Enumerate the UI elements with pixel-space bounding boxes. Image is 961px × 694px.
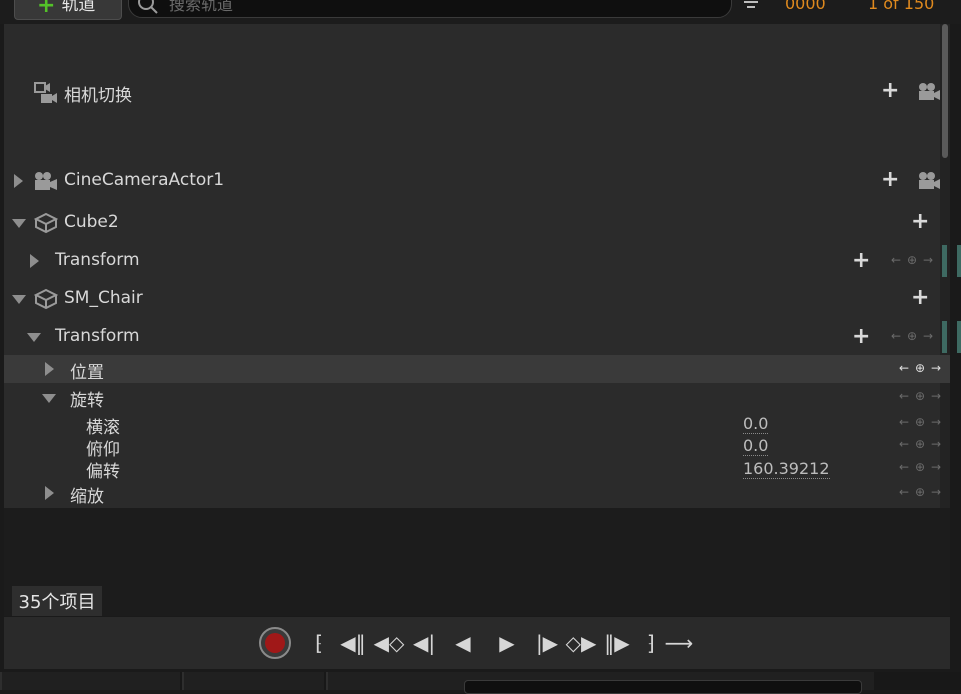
rotation-label[interactable]: 旋转 <box>70 386 104 411</box>
add-key-icon[interactable]: ⊕ <box>913 437 927 451</box>
add-track-button[interactable]: + 轨道 <box>14 0 122 20</box>
yaw-value[interactable]: 160.39212 <box>743 460 830 479</box>
key-navigation[interactable]: ← ⊕ → <box>897 361 943 375</box>
record-icon[interactable] <box>258 626 292 660</box>
add-key-icon[interactable]: ⊕ <box>913 415 927 429</box>
next-key-icon[interactable]: → <box>921 329 935 343</box>
key-navigation[interactable]: ← ⊕ → <box>897 485 943 499</box>
console-command-input[interactable] <box>464 680 862 694</box>
step-back-fast-icon[interactable]: ◀‖ <box>336 628 370 658</box>
current-frame-readout[interactable]: 0000 <box>785 0 826 13</box>
cube-transform-label[interactable]: Transform <box>55 250 140 270</box>
expand-arrow-icon[interactable] <box>45 486 54 500</box>
step-forward-icon[interactable]: |▶ <box>534 628 560 658</box>
step-forward-fast-icon[interactable]: ‖▶ <box>600 628 634 658</box>
jump-to-start-icon[interactable]: ⁅ <box>310 628 328 658</box>
scrollbar-thumb[interactable] <box>942 24 948 158</box>
track-color-strip <box>957 321 961 353</box>
prev-key-icon[interactable]: ← <box>897 460 911 474</box>
camera-cut-track-label[interactable]: 相机切换 <box>64 81 132 106</box>
add-key-icon[interactable]: ⊕ <box>913 361 927 375</box>
search-tracks-box[interactable] <box>128 0 732 18</box>
next-key-icon[interactable]: → <box>929 415 943 429</box>
next-key-icon[interactable]: → <box>929 389 943 403</box>
expand-arrow-icon[interactable] <box>45 362 54 376</box>
status-tab-content-drawer[interactable] <box>0 672 180 690</box>
scale-label[interactable]: 缩放 <box>70 482 104 507</box>
key-navigation[interactable]: ← ⊕ → <box>889 329 935 343</box>
prev-key-icon[interactable]: ← <box>897 361 911 375</box>
next-key-icon[interactable]: → <box>929 437 943 451</box>
camera-icon <box>35 172 57 190</box>
cube-add-button[interactable]: + <box>911 211 929 233</box>
prev-key-icon[interactable]: ← <box>897 415 911 429</box>
prev-key-icon[interactable]: ← <box>897 437 911 451</box>
cine-camera-add-button[interactable]: + <box>881 169 899 191</box>
step-back-icon[interactable]: ◀| <box>410 628 438 658</box>
next-key-icon[interactable]: → <box>929 485 943 499</box>
status-tab-output-log[interactable] <box>182 672 324 690</box>
prev-key-icon[interactable]: ← <box>897 485 911 499</box>
camera-cut-icon <box>34 82 57 103</box>
chair-add-button[interactable]: + <box>911 287 929 309</box>
play-reverse-icon[interactable]: ◀ <box>448 628 478 658</box>
camera-icon[interactable] <box>917 82 941 102</box>
track-tree-panel <box>4 24 950 508</box>
frame-range-readout: 1 of 150 <box>868 0 935 13</box>
filter-icon[interactable] <box>740 0 762 12</box>
add-key-icon[interactable]: ⊕ <box>913 389 927 403</box>
track-color-strip <box>957 245 961 277</box>
next-key-icon[interactable]: → <box>929 460 943 474</box>
add-key-icon[interactable]: ⊕ <box>913 485 927 499</box>
key-navigation[interactable]: ← ⊕ → <box>897 389 943 403</box>
next-key-icon[interactable]: ◇▶ <box>564 628 598 658</box>
key-navigation[interactable]: ← ⊕ → <box>897 460 943 474</box>
pitch-value[interactable]: 0.0 <box>743 437 769 456</box>
loop-mode-icon[interactable]: ⟶ <box>664 628 694 658</box>
track-color-strip <box>942 245 947 277</box>
cube-track-label[interactable]: Cube2 <box>64 212 119 232</box>
collapse-arrow-icon[interactable] <box>12 219 26 228</box>
key-navigation[interactable]: ← ⊕ → <box>897 437 943 451</box>
collapse-arrow-icon[interactable] <box>42 394 56 403</box>
play-icon[interactable]: ▶ <box>492 628 522 658</box>
yaw-label: 偏转 <box>86 462 120 482</box>
chair-transform-add-button[interactable]: + <box>852 326 870 348</box>
plus-icon: + <box>37 0 56 18</box>
key-navigation[interactable]: ← ⊕ → <box>897 415 943 429</box>
prev-key-icon[interactable]: ← <box>897 389 911 403</box>
add-track-label: 轨道 <box>61 0 96 15</box>
jump-to-end-icon[interactable]: ⁆ <box>642 628 660 658</box>
expand-arrow-icon[interactable] <box>14 174 23 188</box>
camera-cut-add-button[interactable]: + <box>881 80 899 102</box>
key-navigation[interactable]: ← ⊕ → <box>889 253 935 267</box>
search-input[interactable] <box>167 0 711 15</box>
selected-row-highlight <box>4 355 950 383</box>
add-key-icon[interactable]: ⊕ <box>905 329 919 343</box>
camera-icon[interactable] <box>917 171 941 191</box>
cube-icon <box>34 212 58 234</box>
chair-track-label[interactable]: SM_Chair <box>64 288 143 308</box>
empty-tree-area <box>4 508 950 616</box>
prev-key-icon[interactable]: ← <box>889 329 903 343</box>
next-key-icon[interactable]: → <box>921 253 935 267</box>
prev-key-icon[interactable]: ◀◇ <box>372 628 406 658</box>
location-label[interactable]: 位置 <box>70 358 104 383</box>
search-icon <box>138 0 158 14</box>
prev-key-icon[interactable]: ← <box>889 253 903 267</box>
add-key-icon[interactable]: ⊕ <box>905 253 919 267</box>
add-key-icon[interactable]: ⊕ <box>913 460 927 474</box>
cube-transform-add-button[interactable]: + <box>852 250 870 272</box>
chair-transform-label[interactable]: Transform <box>55 326 140 346</box>
track-color-strip <box>942 321 947 353</box>
collapse-arrow-icon[interactable] <box>12 295 26 304</box>
item-count-label: 35个项目 <box>12 586 102 616</box>
cube-icon <box>34 288 58 310</box>
expand-arrow-icon[interactable] <box>30 254 39 268</box>
collapse-arrow-icon[interactable] <box>27 333 41 342</box>
cine-camera-track-label[interactable]: CineCameraActor1 <box>64 170 224 190</box>
next-key-icon[interactable]: → <box>929 361 943 375</box>
roll-value[interactable]: 0.0 <box>743 415 769 434</box>
